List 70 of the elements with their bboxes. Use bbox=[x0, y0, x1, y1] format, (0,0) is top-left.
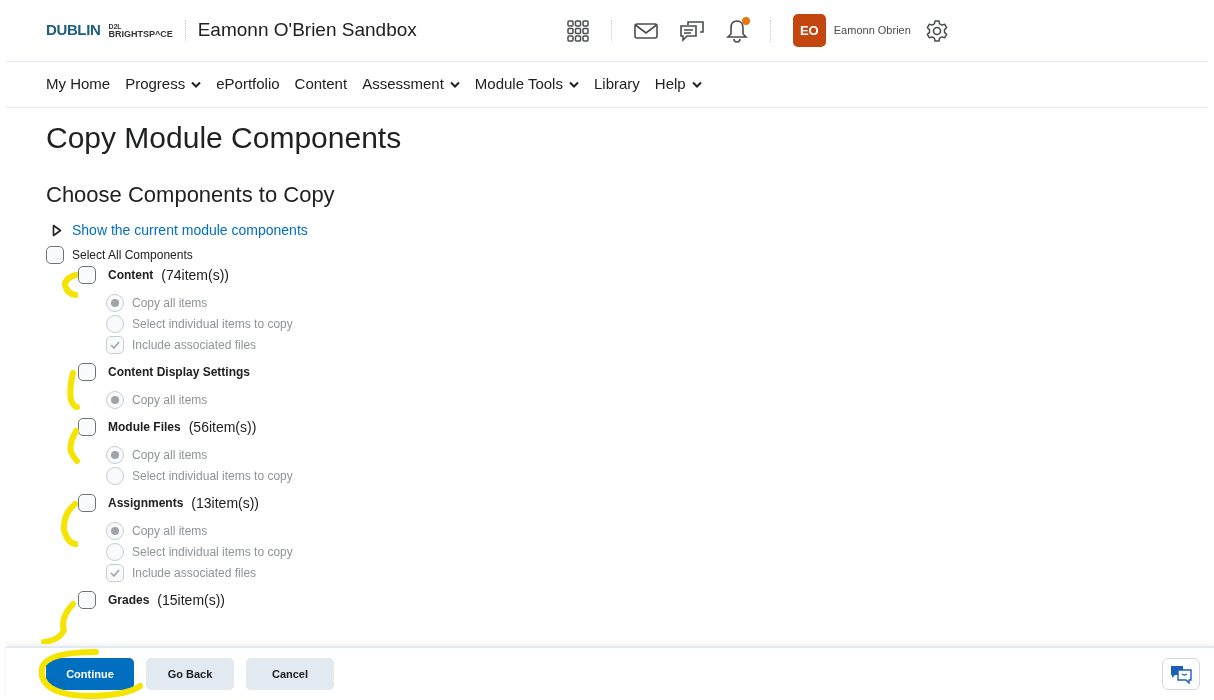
option-label: Copy all items bbox=[132, 446, 208, 464]
item-count: (56item(s)) bbox=[188, 417, 257, 437]
component-checkbox[interactable] bbox=[78, 418, 96, 436]
option-checkbox[interactable] bbox=[106, 335, 124, 354]
chevron-down-icon bbox=[691, 81, 702, 88]
component-name: Content Display Settings bbox=[108, 364, 250, 381]
highlighter-mark bbox=[60, 500, 78, 548]
component-checkbox[interactable] bbox=[78, 494, 96, 512]
avatar[interactable]: EO bbox=[792, 14, 826, 47]
option-label: Include associated files bbox=[132, 564, 257, 582]
select-all-label: Select All Components bbox=[72, 247, 193, 264]
nav-item[interactable]: Module Tools bbox=[474, 73, 579, 96]
settings-icon[interactable] bbox=[924, 18, 949, 43]
radio-button[interactable] bbox=[106, 390, 124, 409]
option-label: Select individual items to copy bbox=[132, 467, 293, 485]
grid-icon[interactable] bbox=[566, 19, 589, 42]
nav-item[interactable]: Content bbox=[294, 73, 348, 96]
section-title: Choose Components to Copy bbox=[46, 181, 336, 209]
component-name: Content bbox=[108, 267, 154, 284]
highlighter-mark bbox=[40, 600, 78, 644]
component-name: Module Files bbox=[108, 419, 181, 436]
radio-button[interactable] bbox=[106, 293, 124, 312]
radio-button[interactable] bbox=[106, 521, 124, 540]
radio-button[interactable] bbox=[106, 314, 124, 333]
item-count: (13item(s)) bbox=[191, 493, 260, 513]
mail-icon[interactable] bbox=[633, 22, 658, 39]
nav-item[interactable]: My Home bbox=[46, 73, 111, 96]
component-checkbox[interactable] bbox=[78, 266, 96, 284]
nav-item[interactable]: Help bbox=[654, 73, 702, 96]
page-title: Copy Module Components bbox=[46, 120, 403, 156]
item-count: (74item(s)) bbox=[161, 265, 229, 285]
nav-item[interactable]: ePortfolio bbox=[216, 73, 280, 96]
bell-icon[interactable] bbox=[725, 18, 748, 43]
option-label: Select individual items to copy bbox=[132, 543, 293, 561]
secondary-button[interactable]: Go Back bbox=[146, 658, 234, 690]
chat-support-button[interactable] bbox=[1162, 658, 1200, 690]
continue-button[interactable]: Continue bbox=[46, 658, 134, 690]
expand-triangle-icon[interactable] bbox=[52, 224, 62, 237]
component-checkbox[interactable] bbox=[78, 591, 96, 609]
select-all-checkbox[interactable] bbox=[46, 246, 64, 264]
chat-bubbles-icon bbox=[1169, 664, 1193, 684]
chat-bubbles-icon[interactable] bbox=[679, 19, 704, 42]
component-checkbox[interactable] bbox=[78, 363, 96, 381]
component-name: Grades bbox=[108, 592, 150, 609]
highlighter-mark bbox=[66, 428, 80, 464]
item-count: (15item(s)) bbox=[157, 590, 226, 610]
user-name[interactable]: Eamonn Obrien bbox=[833, 22, 911, 39]
option-label: Copy all items bbox=[132, 294, 208, 312]
module-title[interactable]: Eamonn O'Brien Sandbox bbox=[197, 16, 417, 45]
option-label: Select individual items to copy bbox=[132, 315, 293, 333]
option-label: Copy all items bbox=[132, 391, 208, 409]
highlighter-mark bbox=[66, 370, 80, 410]
chevron-down-icon bbox=[568, 81, 579, 88]
nav-item[interactable]: Progress bbox=[125, 73, 202, 96]
nav-item[interactable]: Assessment bbox=[362, 73, 460, 96]
check-icon bbox=[110, 340, 120, 349]
radio-button[interactable] bbox=[106, 542, 124, 561]
chevron-down-icon bbox=[191, 81, 202, 88]
option-label: Include associated files bbox=[132, 336, 257, 354]
nav-item[interactable]: Library bbox=[593, 73, 640, 96]
chevron-down-icon bbox=[449, 81, 460, 88]
radio-button[interactable] bbox=[106, 466, 124, 485]
show-components-link[interactable]: Show the current module components bbox=[72, 220, 308, 241]
secondary-button[interactable]: Cancel bbox=[246, 658, 334, 690]
option-checkbox[interactable] bbox=[106, 563, 124, 582]
radio-button[interactable] bbox=[106, 445, 124, 464]
component-name: Assignments bbox=[108, 495, 184, 512]
check-icon bbox=[110, 568, 120, 577]
option-label: Copy all items bbox=[132, 522, 208, 540]
highlighter-mark bbox=[62, 272, 78, 298]
